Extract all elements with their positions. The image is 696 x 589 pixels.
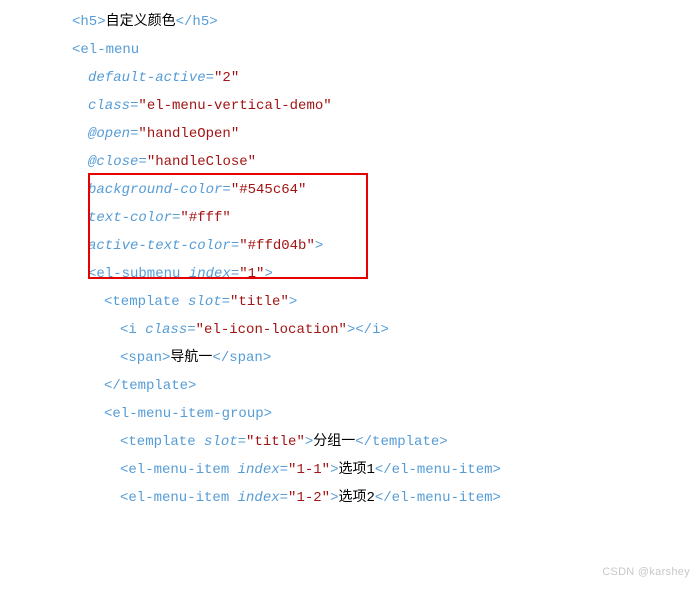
code-token: <i — [120, 322, 145, 338]
code-line: <template slot="title"> — [0, 288, 696, 316]
code-token: <el-menu-item-group> — [104, 406, 272, 422]
code-line: <el-menu-item-group> — [0, 400, 696, 428]
code-block: <h5>自定义颜色</h5><el-menudefault-active="2"… — [0, 0, 696, 512]
code-token: index — [238, 462, 280, 478]
code-line: <i class="el-icon-location"></i> — [0, 316, 696, 344]
code-token: </el-menu-item> — [375, 462, 501, 478]
code-token: <el-menu — [72, 42, 139, 58]
code-token: 分组一 — [313, 434, 355, 450]
code-token: = — [138, 154, 146, 170]
code-token: "el-menu-vertical-demo" — [138, 98, 331, 114]
code-line: </template> — [0, 372, 696, 400]
code-token: </el-menu-item> — [375, 490, 501, 506]
code-line: <el-menu-item index="1-1">选项1</el-menu-i… — [0, 456, 696, 484]
code-token: default-active — [88, 70, 206, 86]
code-token: "1" — [239, 266, 264, 282]
code-token: "el-icon-location" — [196, 322, 347, 338]
code-token: <template — [104, 294, 188, 310]
code-token: "title" — [246, 434, 305, 450]
code-token: "handleOpen" — [138, 126, 239, 142]
code-token: "#545c64" — [231, 182, 307, 198]
code-token: <template — [120, 434, 204, 450]
code-token: > — [305, 434, 313, 450]
code-token: <el-submenu — [88, 266, 189, 282]
code-line: class="el-menu-vertical-demo" — [0, 92, 696, 120]
code-token: <h5> — [72, 14, 106, 30]
code-token: = — [280, 462, 288, 478]
code-lines-container: <h5>自定义颜色</h5><el-menudefault-active="2"… — [0, 8, 696, 512]
code-line: <h5>自定义颜色</h5> — [0, 8, 696, 36]
code-token: = — [187, 322, 195, 338]
code-token: background-color — [88, 182, 222, 198]
code-line: background-color="#545c64" — [0, 176, 696, 204]
code-token: "title" — [230, 294, 289, 310]
code-token: "#ffd04b" — [239, 238, 315, 254]
watermark-text: CSDN @karshey — [602, 561, 690, 583]
code-token: "1-1" — [288, 462, 330, 478]
code-line: default-active="2" — [0, 64, 696, 92]
code-token: @open — [88, 126, 130, 142]
code-token: class — [88, 98, 130, 114]
code-line: <el-menu — [0, 36, 696, 64]
code-token: 选项1 — [338, 462, 374, 478]
code-token: = — [206, 70, 214, 86]
code-token: 选项2 — [338, 490, 374, 506]
code-token: <el-menu-item — [120, 490, 238, 506]
code-line: <template slot="title">分组一</template> — [0, 428, 696, 456]
code-token: </template> — [355, 434, 447, 450]
code-line: text-color="#fff" — [0, 204, 696, 232]
code-token: "1-2" — [288, 490, 330, 506]
code-line: active-text-color="#ffd04b"> — [0, 232, 696, 260]
code-token: index — [189, 266, 231, 282]
code-token: slot — [188, 294, 222, 310]
code-token: <span> — [120, 350, 170, 366]
code-token: = — [280, 490, 288, 506]
code-line: <el-menu-item index="1-2">选项2</el-menu-i… — [0, 484, 696, 512]
code-token: </span> — [212, 350, 271, 366]
code-token: active-text-color — [88, 238, 231, 254]
code-token: 导航一 — [170, 350, 212, 366]
code-token: > — [289, 294, 297, 310]
code-token: slot — [204, 434, 238, 450]
code-token: > — [264, 266, 272, 282]
code-token: = — [238, 434, 246, 450]
code-token: "2" — [214, 70, 239, 86]
code-token: > — [315, 238, 323, 254]
code-token: <el-menu-item — [120, 462, 238, 478]
code-token: = — [231, 266, 239, 282]
code-token: 自定义颜色 — [106, 14, 176, 30]
code-token: = — [222, 294, 230, 310]
code-token: "#fff" — [180, 210, 230, 226]
code-token: = — [222, 182, 230, 198]
code-line: @open="handleOpen" — [0, 120, 696, 148]
code-token: ></i> — [347, 322, 389, 338]
code-token: </template> — [104, 378, 196, 394]
code-token: index — [238, 490, 280, 506]
code-line: <el-submenu index="1"> — [0, 260, 696, 288]
code-line: <span>导航一</span> — [0, 344, 696, 372]
code-token: "handleClose" — [147, 154, 256, 170]
code-token: </h5> — [176, 14, 218, 30]
code-token: = — [231, 238, 239, 254]
code-line: @close="handleClose" — [0, 148, 696, 176]
code-token: @close — [88, 154, 138, 170]
code-token: text-color — [88, 210, 172, 226]
code-token: class — [145, 322, 187, 338]
